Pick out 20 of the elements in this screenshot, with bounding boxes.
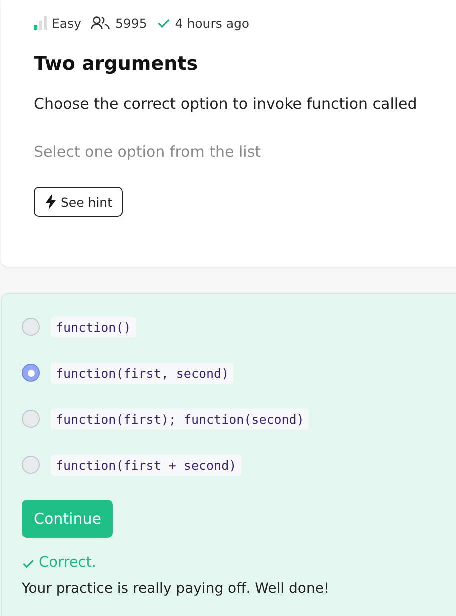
option-code: function() [51,316,136,338]
difficulty-icon [34,16,48,30]
instruction-text: Select one option from the list [34,143,262,161]
option-code: function(first); function(second) [51,408,310,430]
radio-button[interactable] [22,410,40,428]
feedback-message: Your practice is really paying off. Well done! [22,581,331,597]
option-code: function(first + second) [51,454,242,476]
difficulty-label: Easy [52,16,82,30]
status-text: Correct. [39,555,97,571]
option-code: function(first, second) [51,362,234,384]
radio-button[interactable] [22,318,40,336]
users-icon [91,16,112,30]
radio-button[interactable] [22,364,40,382]
radio-button[interactable] [22,456,40,474]
lightning-icon [45,194,57,210]
question-text: Choose the correct option to invoke function called [34,95,418,113]
solvers-count: 5995 [115,16,148,30]
hint-button[interactable]: See hint [34,187,123,217]
solved-time: 4 hours ago [175,16,250,30]
step-title: Two arguments [34,53,200,75]
